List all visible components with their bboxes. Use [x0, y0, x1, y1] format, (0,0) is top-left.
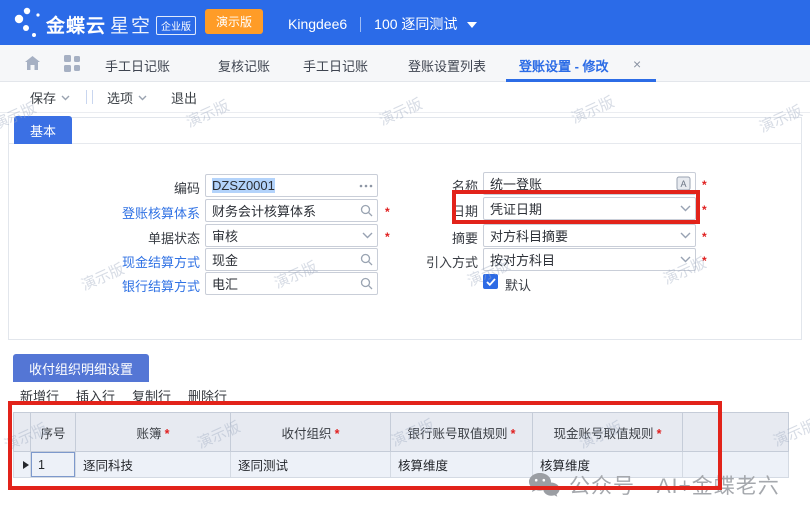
- default-checkbox[interactable]: [483, 274, 498, 289]
- nav-tab-booking-setting-list[interactable]: 登账设置列表: [408, 56, 486, 75]
- grid-toolbar: 新增行 插入行 复制行 删除行: [20, 386, 227, 405]
- chevron-down-icon[interactable]: [680, 249, 691, 270]
- cell-book[interactable]: 逐同科技: [76, 452, 231, 478]
- chevron-down-icon[interactable]: [680, 225, 691, 246]
- required-mark: *: [702, 230, 707, 244]
- required-mark: *: [702, 254, 707, 268]
- cell-cash-rule[interactable]: 核算维度: [533, 452, 683, 478]
- delete-row-button[interactable]: 删除行: [188, 386, 227, 405]
- field-label-name: 名称: [328, 176, 478, 195]
- exit-button[interactable]: 退出: [171, 88, 197, 107]
- col-book[interactable]: 账簿*: [76, 413, 231, 452]
- import-mode-select[interactable]: 按对方科目: [483, 248, 696, 271]
- save-button[interactable]: 保存: [30, 88, 70, 107]
- cell-seq[interactable]: 1: [31, 452, 76, 478]
- add-row-button[interactable]: 新增行: [20, 386, 59, 405]
- required-mark: *: [165, 427, 170, 441]
- tab-basic[interactable]: 基本: [14, 116, 72, 144]
- col-seq[interactable]: 序号: [31, 413, 76, 452]
- app-header: 金蝶云星空 企业版 演示版 Kingdee6 100 逐同测试: [0, 0, 810, 45]
- tab-payment-org-detail[interactable]: 收付组织明细设置: [13, 354, 149, 382]
- field-label-doc-status: 单据状态: [10, 228, 200, 247]
- col-payment-org[interactable]: 收付组织*: [231, 413, 391, 452]
- cell-bank-rule[interactable]: 核算维度: [391, 452, 533, 478]
- kingdee-logo-icon: [14, 6, 46, 39]
- cell-empty: [683, 452, 789, 478]
- field-label-import-mode: 引入方式: [328, 252, 478, 271]
- nav-tab-bar: 手工日记账 复核记账 手工日记账 登账设置列表 登账设置 - 修改 ×: [0, 45, 810, 82]
- row-marker-header: [14, 413, 31, 452]
- default-checkbox-label: 默认: [505, 275, 531, 294]
- code-value: DZSZ0001: [212, 178, 275, 193]
- field-label-date: 日期: [328, 201, 478, 220]
- nav-tab-review-booking[interactable]: 复核记账: [218, 56, 270, 75]
- table-row[interactable]: 1 逐同科技 逐同测试 核算维度 核算维度: [14, 452, 789, 478]
- insert-row-button[interactable]: 插入行: [76, 386, 115, 405]
- date-select[interactable]: 凭证日期: [483, 197, 696, 220]
- home-icon[interactable]: [24, 55, 41, 71]
- chevron-down-icon: [61, 95, 70, 101]
- nav-tab-manual-journal-2[interactable]: 手工日记账: [303, 56, 368, 75]
- caret-down-icon[interactable]: [467, 22, 477, 28]
- apps-grid-icon[interactable]: [64, 55, 81, 72]
- required-mark: *: [702, 178, 707, 192]
- toolbar-divider: [86, 90, 93, 104]
- svg-text:A: A: [680, 179, 686, 189]
- demo-version-badge: 演示版: [205, 9, 263, 34]
- edition-badge: 企业版: [156, 16, 196, 35]
- account-switcher[interactable]: Kingdee6 100 逐同测试: [288, 14, 477, 34]
- chevron-down-icon[interactable]: [680, 198, 691, 219]
- field-label-booking-system[interactable]: 登账核算体系: [10, 203, 200, 222]
- col-empty: [683, 413, 789, 452]
- col-cash-rule[interactable]: 现金账号取值规则*: [533, 413, 683, 452]
- options-button[interactable]: 选项: [107, 88, 147, 107]
- required-mark: *: [657, 427, 662, 441]
- header-divider: [360, 17, 361, 32]
- brand-sub: 星空: [110, 16, 152, 37]
- payment-org-table: 序号 账簿* 收付组织* 银行账号取值规则* 现金账号取值规则* 1 逐同科技 …: [13, 412, 789, 478]
- form-toolbar: 保存 选项 退出: [0, 82, 810, 113]
- required-mark: *: [702, 203, 707, 217]
- table-header-row: 序号 账簿* 收付组织* 银行账号取值规则* 现金账号取值规则*: [14, 413, 789, 452]
- brand-main: 金蝶云: [46, 16, 106, 37]
- summary-select[interactable]: 对方科目摘要: [483, 224, 696, 247]
- org-name: 100 逐同测试: [374, 14, 457, 34]
- brand-title: 金蝶云星空: [46, 11, 152, 38]
- current-row-marker-icon: [14, 452, 31, 478]
- required-mark: *: [335, 427, 340, 441]
- nav-tab-manual-journal-1[interactable]: 手工日记账: [105, 56, 170, 75]
- check-icon: [486, 278, 496, 286]
- field-label-summary: 摘要: [328, 228, 478, 247]
- kingdee-window: 金蝶云星空 企业版 演示版 Kingdee6 100 逐同测试 手工日记账 复核…: [0, 0, 810, 518]
- col-bank-rule[interactable]: 银行账号取值规则*: [391, 413, 533, 452]
- multilingual-icon[interactable]: A: [676, 173, 691, 194]
- field-label-code: 编码: [10, 178, 200, 197]
- panel-divider: [8, 143, 802, 144]
- account-name: Kingdee6: [288, 16, 347, 32]
- field-label-cash-settlement[interactable]: 现金结算方式: [10, 252, 200, 271]
- field-label-bank-settlement[interactable]: 银行结算方式: [10, 276, 200, 295]
- close-tab-icon[interactable]: ×: [633, 56, 641, 72]
- search-icon[interactable]: [360, 273, 373, 294]
- required-mark: *: [511, 427, 516, 441]
- cell-payment-org[interactable]: 逐同测试: [231, 452, 391, 478]
- name-field[interactable]: 统一登账 A: [483, 172, 696, 195]
- copy-row-button[interactable]: 复制行: [132, 386, 171, 405]
- bank-settlement-field[interactable]: 电汇: [205, 272, 378, 295]
- chevron-down-icon: [138, 95, 147, 101]
- nav-tab-booking-setting-edit[interactable]: 登账设置 - 修改: [519, 56, 609, 75]
